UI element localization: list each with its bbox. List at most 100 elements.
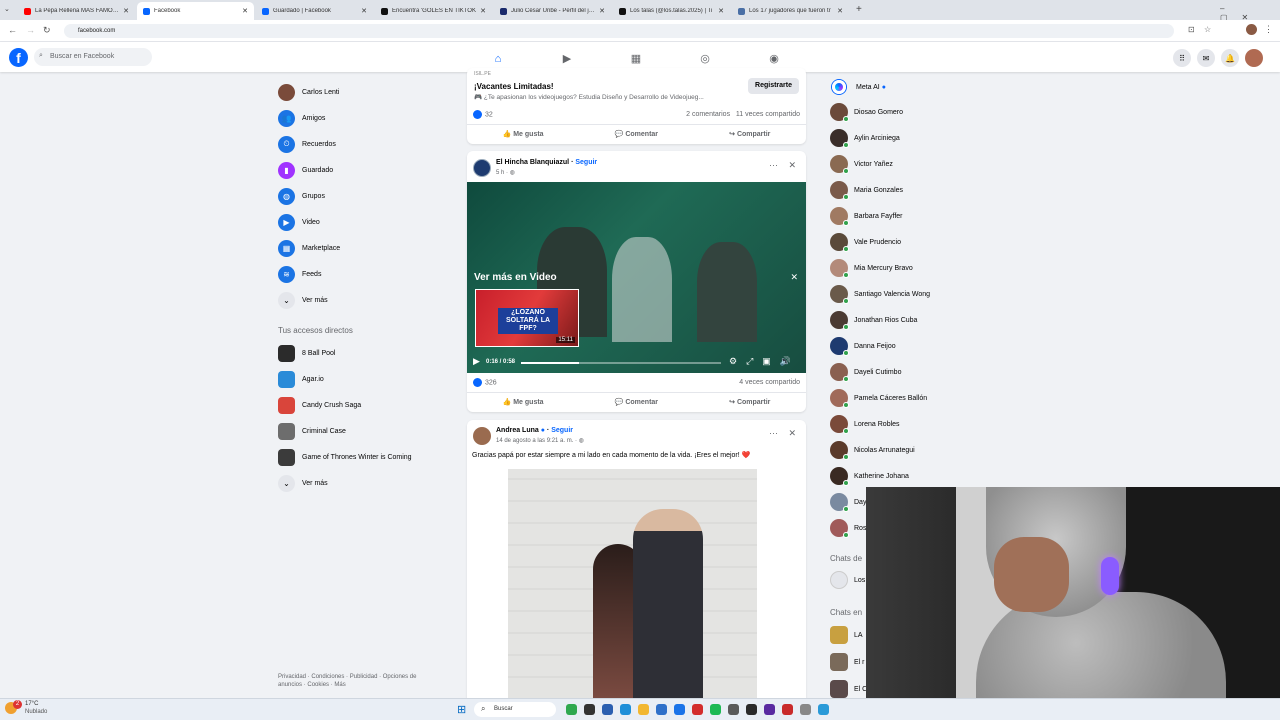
video-icon[interactable]: ▶ <box>552 48 582 68</box>
profile-avatar[interactable] <box>1246 24 1257 35</box>
contact-item[interactable]: Nicolas Arrunategui <box>830 439 915 461</box>
like-count[interactable]: 32 <box>485 111 493 118</box>
browser-tab[interactable]: La Pepa Rellena MÁS FAMOSA ✕ <box>18 2 135 20</box>
post-author[interactable]: El Hincha Blanquiazul <box>496 159 569 166</box>
tab-close-icon[interactable]: ✕ <box>480 7 486 15</box>
tab-close-icon[interactable]: ✕ <box>718 7 724 15</box>
contact-item[interactable]: Jonathan Rios Cuba <box>830 309 917 331</box>
like-count[interactable]: 326 <box>485 379 497 386</box>
share-count[interactable]: 4 veces compartido <box>739 379 800 386</box>
share-button[interactable]: ↪ Compartir <box>729 130 770 138</box>
forward-icon[interactable]: → <box>26 25 35 35</box>
video-player[interactable]: Ver más en Video ✕ ¿LOZANO SOLTARÁ LA FP… <box>467 182 806 373</box>
new-tab-button[interactable]: + <box>856 4 862 15</box>
like-button[interactable]: 👍 Me gusta <box>503 130 544 138</box>
widgets-icon[interactable] <box>566 704 577 715</box>
comment-button[interactable]: 💬 Comentar <box>615 130 658 138</box>
browser-tab[interactable]: Facebook ✕ <box>137 2 254 20</box>
shortcut-item[interactable]: Candy Crush Saga <box>278 395 361 415</box>
app-icon[interactable] <box>782 704 793 715</box>
browser-menu-icon[interactable]: ⋮ <box>1264 24 1273 35</box>
browser-tab[interactable]: Guardado | Facebook ✕ <box>256 2 373 20</box>
suggested-video-thumbnail[interactable]: ¿LOZANO SOLTARÁ LA FPF? 15:11 <box>475 289 579 347</box>
calculator-icon[interactable] <box>602 704 613 715</box>
tab-close-icon[interactable]: ✕ <box>599 7 605 15</box>
overlay-close-icon[interactable]: ✕ <box>790 272 798 283</box>
groups-icon[interactable]: ◎ <box>690 48 720 68</box>
volume-icon[interactable]: 🔊 <box>780 356 800 366</box>
sidebar-item[interactable]: ≋ Feeds <box>278 264 321 284</box>
windows-start-icon[interactable]: ⊞ <box>457 703 466 716</box>
marketplace-icon[interactable]: ▦ <box>621 48 651 68</box>
author-avatar[interactable] <box>473 427 491 445</box>
post-author[interactable]: Andrea Luna <box>496 427 539 434</box>
browser-tab[interactable]: Julio César Uribe - Perfil del jug ✕ <box>494 2 611 20</box>
url-field[interactable]: facebook.com <box>64 24 1174 38</box>
shortcut-item[interactable]: 8 Ball Pool <box>278 343 335 363</box>
post-time[interactable]: 5 h <box>496 170 504 176</box>
app-icon[interactable] <box>800 704 811 715</box>
play-icon[interactable]: ▶ <box>473 356 480 367</box>
contact-item[interactable]: Lorena Robles <box>830 413 900 435</box>
group-chat-item[interactable]: Los <box>830 569 865 591</box>
taskbar-search[interactable]: Buscar <box>474 702 556 717</box>
shortcut-item[interactable]: ⌄ Ver más <box>278 473 328 493</box>
tab-close-icon[interactable]: ✕ <box>123 7 129 15</box>
community-chat-item[interactable]: LA <box>830 624 863 646</box>
contact-item[interactable]: Barbara Fayffer <box>830 205 903 227</box>
tab-close-icon[interactable]: ✕ <box>361 7 367 15</box>
account-avatar[interactable] <box>1245 49 1263 67</box>
sidebar-item[interactable]: ▮ Guardado <box>278 160 333 180</box>
footer-link[interactable]: Cookies <box>307 682 329 688</box>
post-photo[interactable] <box>508 469 757 698</box>
browser-tab[interactable]: Encuentra 'GOLES EN TIKTOK ✕ <box>375 2 492 20</box>
sidebar-item[interactable]: ▦ Marketplace <box>278 238 340 258</box>
meta-ai-contact[interactable]: Meta AI ● <box>830 76 886 98</box>
sidebar-item[interactable]: ⏲ Recuerdos <box>278 134 336 154</box>
back-icon[interactable]: ← <box>8 25 17 35</box>
sidebar-item[interactable]: ▶ Video <box>278 212 320 232</box>
video-progress-track[interactable] <box>521 362 721 364</box>
share-button[interactable]: ↪ Compartir <box>729 398 770 406</box>
tab-search-chevron-icon[interactable]: ⌄ <box>4 5 10 13</box>
contact-item[interactable]: Victor Yañez <box>830 153 893 175</box>
opera-icon[interactable] <box>692 704 703 715</box>
notifications-bell-icon[interactable]: 🔔 <box>1221 49 1239 67</box>
install-icon[interactable]: ⊡ <box>1188 25 1195 34</box>
close-icon[interactable]: ✕ <box>788 160 796 171</box>
messenger-icon[interactable]: ✉ <box>1197 49 1215 67</box>
more-options-icon[interactable]: ··· <box>769 428 778 438</box>
sidebar-item[interactable]: ◍ Grupos <box>278 186 325 206</box>
follow-link[interactable]: Seguir <box>575 159 597 166</box>
tab-close-icon[interactable]: ✕ <box>837 7 843 15</box>
page-avatar[interactable] <box>473 159 491 177</box>
close-icon[interactable]: ✕ <box>788 428 796 439</box>
footer-link[interactable]: Más <box>334 682 345 688</box>
search-input[interactable]: Buscar en Facebook <box>34 48 152 66</box>
contact-item[interactable]: Pamela Cáceres Ballón <box>830 387 927 409</box>
menu-grid-icon[interactable]: ⠿ <box>1173 49 1191 67</box>
contact-item[interactable]: Santiago Valencia Wong <box>830 283 930 305</box>
community-chat-item[interactable]: El C <box>830 678 867 700</box>
obs-icon[interactable] <box>746 704 757 715</box>
edge-icon[interactable] <box>620 704 631 715</box>
sidebar-item[interactable]: 👥 Amigos <box>278 108 325 128</box>
contact-item[interactable]: Day <box>830 491 866 513</box>
contact-item[interactable]: Aylin Arciniega <box>830 127 900 149</box>
store-icon[interactable] <box>656 704 667 715</box>
shortcut-item[interactable]: Game of Thrones Winter is Coming <box>278 447 412 467</box>
contact-item[interactable]: Katherine Johana <box>830 465 909 487</box>
more-options-icon[interactable]: ··· <box>769 160 778 170</box>
contact-item[interactable]: Maria Gonzales <box>830 179 903 201</box>
register-button[interactable]: Registrarte <box>748 78 799 94</box>
contact-item[interactable]: Ros <box>830 517 866 539</box>
share-count[interactable]: 11 veces compartido <box>736 111 800 118</box>
explorer-icon[interactable] <box>638 704 649 715</box>
community-chat-item[interactable]: El r <box>830 651 865 673</box>
spotify-icon[interactable] <box>710 704 721 715</box>
follow-link[interactable]: Seguir <box>551 427 573 434</box>
contact-item[interactable]: Dayeli Cutimbo <box>830 361 901 383</box>
chrome-icon[interactable] <box>674 704 685 715</box>
footer-link[interactable]: Privacidad <box>278 674 306 680</box>
facebook-logo[interactable]: f <box>9 48 28 67</box>
